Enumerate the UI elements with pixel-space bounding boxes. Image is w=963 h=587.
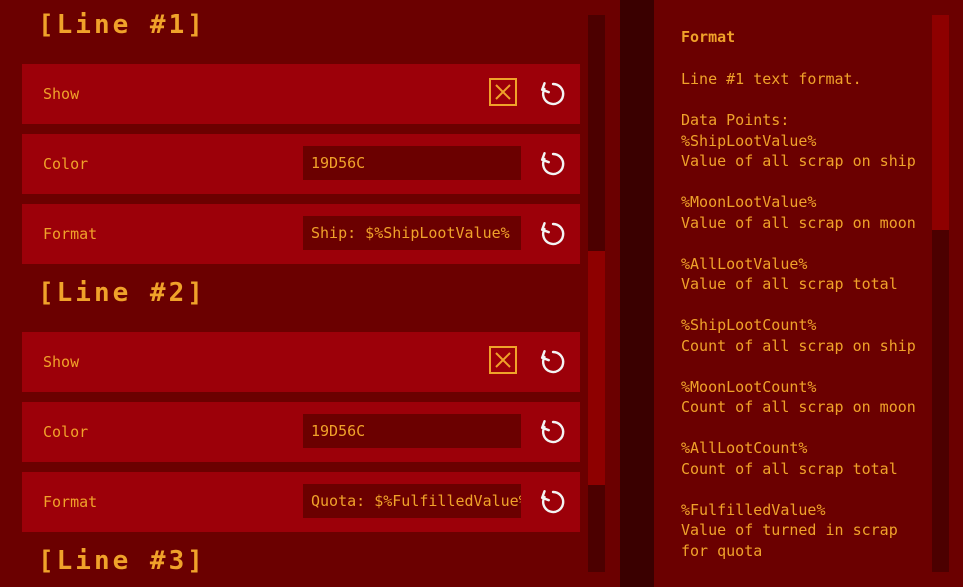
color-label: Color: [43, 155, 89, 173]
data-point-token: %ShipLootValue%: [681, 131, 817, 150]
format-label: Format: [43, 493, 98, 511]
data-point-desc: Value of all scrap total: [681, 275, 898, 293]
data-point-group: %AllLootValue% Value of all scrap total: [681, 254, 926, 295]
checkbox-x-icon: [495, 352, 511, 368]
reset-icon[interactable]: [540, 349, 566, 375]
help-description: Line #1 text format.: [681, 70, 862, 88]
data-point-group: %MoonLootValue% Value of all scrap on mo…: [681, 192, 926, 233]
show-checkbox[interactable]: [489, 346, 517, 374]
section-title-line-1: [Line #1]: [38, 10, 206, 40]
data-point-group: %ShipLootCount% Count of all scrap on sh…: [681, 315, 926, 356]
data-point-desc: Value of all scrap on ship: [681, 152, 916, 170]
data-point-group: Data Points: %ShipLootValue% Value of al…: [681, 110, 926, 172]
reset-icon[interactable]: [540, 221, 566, 247]
data-point-token: %AllLootCount%: [681, 439, 808, 457]
data-point-group: %FulfilledValue% Value of turned in scra…: [681, 500, 926, 562]
show-label: Show: [43, 85, 80, 103]
help-scrollbar[interactable]: [932, 15, 949, 572]
reset-icon[interactable]: [540, 419, 566, 445]
show-label: Show: [43, 353, 80, 371]
data-points-label: Data Points:: [681, 111, 790, 129]
data-point-token: %MoonLootValue%: [681, 193, 817, 211]
reset-icon[interactable]: [540, 81, 566, 107]
settings-scroll-thumb[interactable]: [588, 251, 605, 485]
show-checkbox[interactable]: [489, 78, 517, 106]
data-point-desc: Count of all scrap on moon: [681, 398, 916, 416]
data-point-group: %MoonLootCount% Count of all scrap on mo…: [681, 377, 926, 418]
row-format-line-1: Format Ship: $%ShipLootValue%: [22, 204, 580, 264]
section-title-line-3: [Line #3]: [38, 546, 206, 576]
settings-scrollbar[interactable]: [588, 15, 605, 572]
row-color-line-1: Color 19D56C: [22, 134, 580, 194]
data-point-token: %MoonLootCount%: [681, 377, 817, 396]
color-input[interactable]: 19D56C: [303, 146, 521, 180]
data-point-token: %ShipLootCount%: [681, 316, 817, 334]
data-point-desc: Value of turned in scrap for quota: [681, 521, 898, 560]
format-input[interactable]: Quota: $%FulfilledValue%: [303, 484, 521, 518]
data-point-token: %FulfilledValue%: [681, 500, 826, 519]
data-point-desc: Count of all scrap on ship: [681, 336, 916, 355]
data-point-token: %AllLootValue%: [681, 254, 808, 273]
color-input[interactable]: 19D56C: [303, 414, 521, 448]
data-point-group: %AllLootCount% Count of all scrap total: [681, 438, 926, 479]
row-color-line-2: Color 19D56C: [22, 402, 580, 462]
data-point-desc: Count of all scrap total: [681, 459, 898, 478]
color-label: Color: [43, 423, 89, 441]
data-point-desc: Value of all scrap on moon: [681, 213, 916, 232]
row-format-line-2: Format Quota: $%FulfilledValue%: [22, 472, 580, 532]
help-scroll-thumb[interactable]: [932, 15, 949, 230]
help-body: Line #1 text format. Data Points: %ShipL…: [681, 69, 926, 582]
format-input[interactable]: Ship: $%ShipLootValue%: [303, 216, 521, 250]
reset-icon[interactable]: [540, 489, 566, 515]
help-panel: Format Line #1 text format. Data Points:…: [654, 0, 963, 587]
row-show-line-1: Show: [22, 64, 580, 124]
reset-icon[interactable]: [540, 151, 566, 177]
format-label: Format: [43, 225, 98, 243]
row-show-line-2: Show: [22, 332, 580, 392]
section-title-line-2: [Line #2]: [38, 278, 206, 308]
help-title: Format: [681, 28, 736, 46]
settings-panel: [Line #1] Show Color 19D56C Format Ship:…: [0, 0, 620, 587]
checkbox-x-icon: [495, 84, 511, 100]
